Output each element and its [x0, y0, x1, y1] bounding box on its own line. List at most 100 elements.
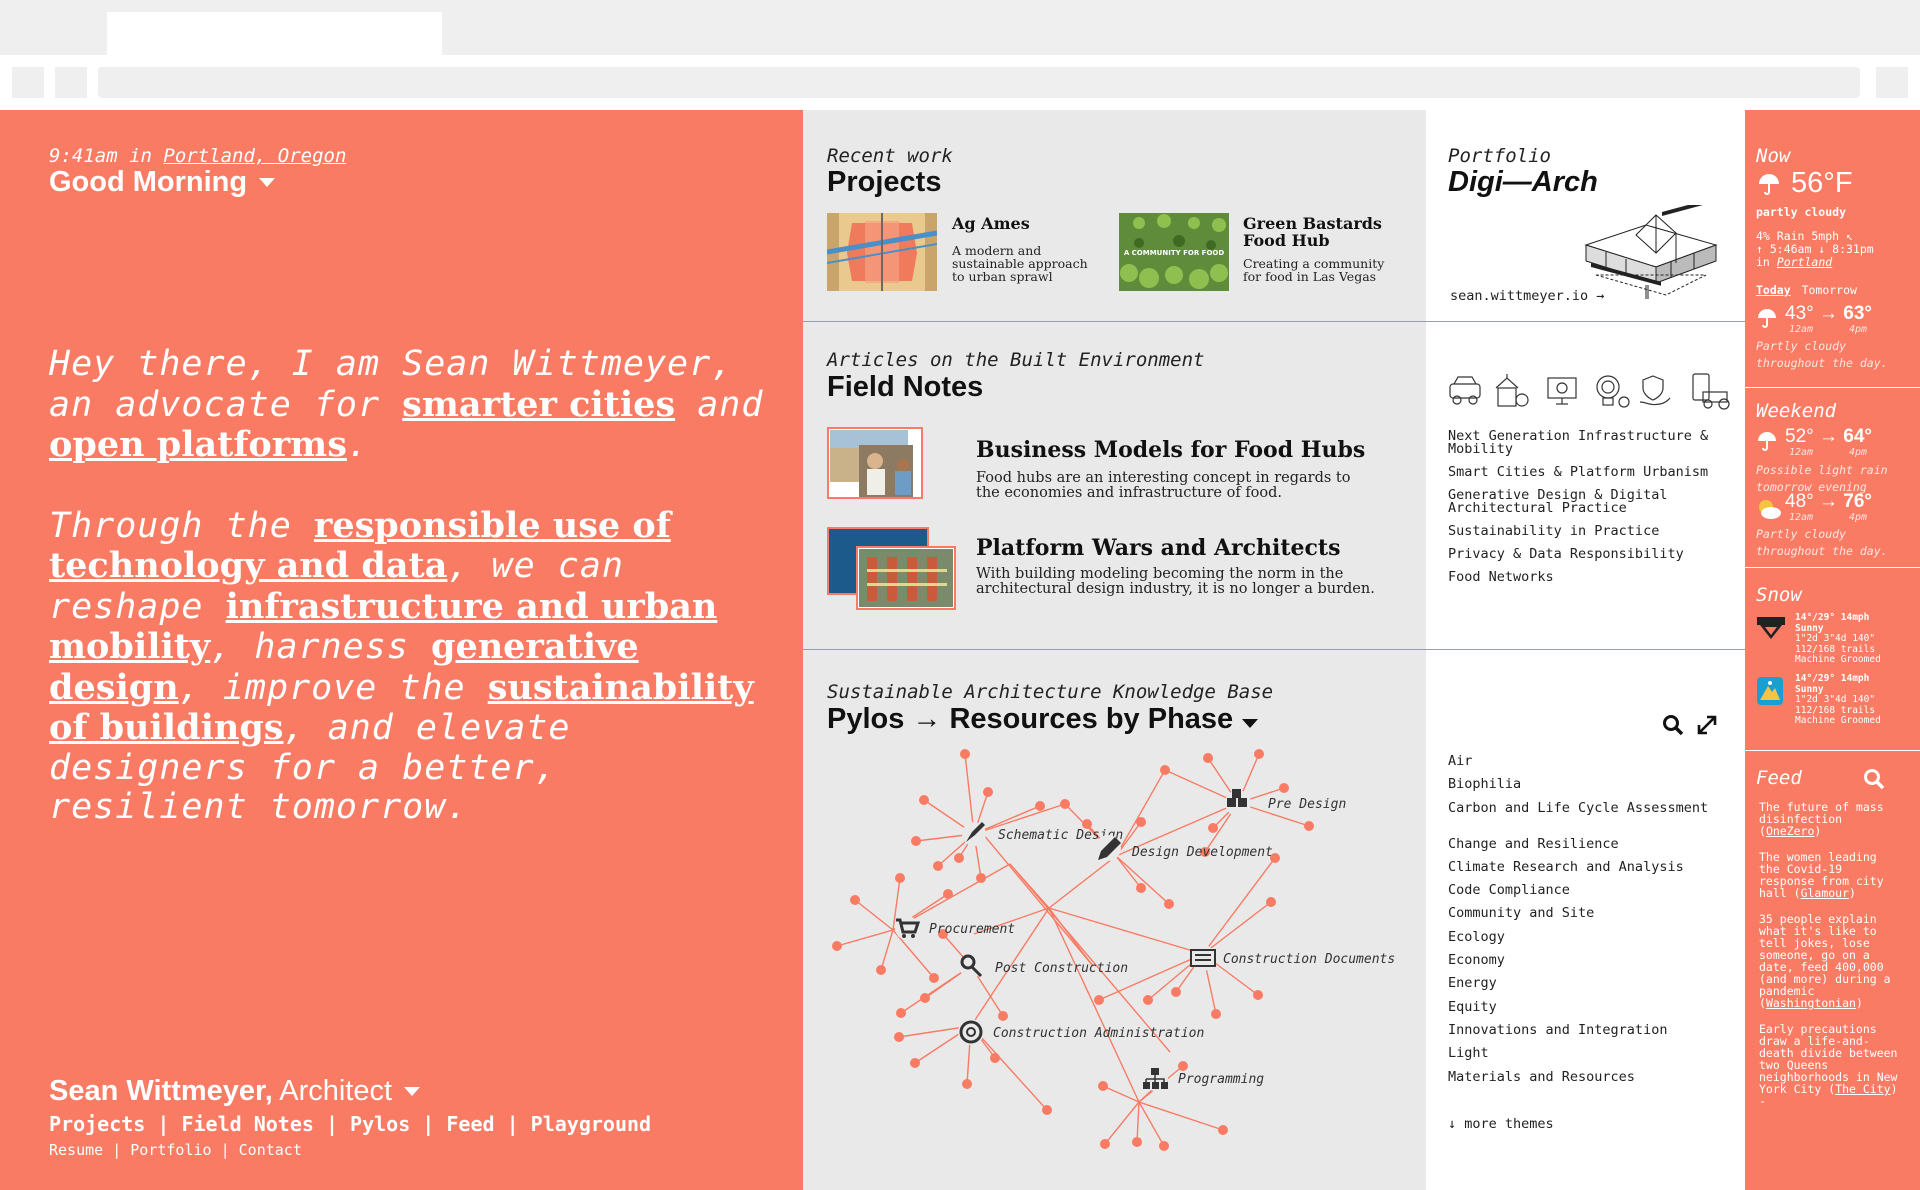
theme-link[interactable]: Generative Design & Digital Architectura…	[1448, 488, 1728, 515]
name-role-dropdown[interactable]: Sean Wittmeyer, Architect	[49, 1075, 421, 1108]
feed-item[interactable]: The women leading the Covid-19 response …	[1759, 851, 1899, 899]
ski-resort-logo[interactable]	[1756, 615, 1786, 641]
theme-link[interactable]: Privacy & Data Responsibility	[1448, 547, 1728, 561]
nav-portfolio[interactable]: Portfolio	[130, 1141, 211, 1159]
kb-theme-link[interactable]: Biophilia	[1448, 777, 1733, 801]
phase-node-pre-design[interactable]: Pre Design	[1225, 789, 1346, 816]
back-button[interactable]	[12, 67, 44, 98]
expand-icon[interactable]	[1696, 714, 1718, 736]
today-forecast: 43° → 63°	[1785, 303, 1872, 325]
theme-link[interactable]: Smart Cities & Platform Urbanism	[1448, 465, 1728, 479]
weekend-low-time: 12am	[1789, 447, 1814, 458]
kb-theme-link[interactable]: Materials and Resources	[1448, 1070, 1733, 1094]
kb-theme-link[interactable]: Innovations and Integration	[1448, 1023, 1733, 1047]
feed-item[interactable]: Early precautions draw a life-and-death …	[1759, 1023, 1899, 1107]
browser-tab[interactable]	[107, 12, 442, 55]
portfolio-link[interactable]: sean.wittmeyer.io →	[1450, 288, 1604, 304]
feed-source-link[interactable]: OneZero	[1766, 824, 1814, 838]
forward-button[interactable]	[55, 67, 87, 98]
umbrella-icon	[1759, 174, 1779, 195]
kb-theme-link[interactable]: Code Compliance	[1448, 883, 1733, 907]
phase-label: Pre Design	[1268, 797, 1346, 812]
nav-playground[interactable]: Playground	[531, 1112, 651, 1136]
feed-item[interactable]: 35 people explain what it's like to tell…	[1759, 913, 1899, 1009]
theme-link[interactable]: Next Generation Infrastructure & Mobilit…	[1448, 429, 1728, 456]
section-divider	[1426, 321, 1745, 322]
nav-projects[interactable]: Projects	[49, 1112, 145, 1136]
article-title[interactable]: Platform Wars and Architects	[976, 535, 1340, 561]
feed-source-link[interactable]: Glamour	[1801, 886, 1849, 900]
phase-node-programming[interactable]: Programming	[1142, 1065, 1264, 1091]
phase-node-procurement[interactable]: Procurement	[895, 916, 1015, 940]
nav-contact[interactable]: Contact	[239, 1141, 302, 1159]
nav-feed[interactable]: Feed	[446, 1112, 494, 1136]
weekend-high: 64°	[1843, 426, 1873, 447]
kb-theme-link[interactable]: Carbon and Life Cycle Assessment	[1448, 801, 1733, 838]
intro-text: Hey there, I am Sean Wittmeyer, an advoc…	[49, 344, 769, 868]
platform-wars-thumbnail[interactable]	[827, 527, 957, 611]
tab-today[interactable]: Today	[1756, 283, 1791, 297]
browser-menu-button[interactable]	[1876, 67, 1908, 98]
location-link[interactable]: Portland, Oregon	[163, 145, 346, 167]
intro-paragraph-1: Hey there, I am Sean Wittmeyer, an advoc…	[49, 344, 769, 466]
arrow-icon: →	[1819, 426, 1839, 447]
kb-theme-link[interactable]: Energy	[1448, 977, 1733, 1000]
ag-ames-thumbnail[interactable]	[827, 213, 937, 291]
fieldnotes-title[interactable]: Field Notes	[827, 371, 983, 404]
kb-theme-link[interactable]: Ecology	[1448, 930, 1733, 954]
phase-node-post-construction[interactable]: Post Construction	[959, 954, 1128, 978]
nav-field-notes[interactable]: Field Notes	[181, 1112, 313, 1136]
theme-link[interactable]: Food Networks	[1448, 570, 1728, 584]
green-bastards-thumbnail[interactable]: A COMMUNITY FOR FOOD	[1119, 213, 1229, 291]
weekend-forecast-1: 52° → 64°	[1785, 426, 1872, 448]
more-themes-link[interactable]: ↓ more themes	[1448, 1116, 1554, 1132]
kb-theme-link[interactable]: Equity	[1448, 1000, 1733, 1024]
kb-theme-link[interactable]: Economy	[1448, 953, 1733, 977]
kb-theme-link[interactable]: Light	[1448, 1046, 1733, 1070]
food-hubs-thumbnail[interactable]	[827, 427, 923, 499]
intro-paragraph-2: Through the responsible use of technolog…	[49, 505, 769, 828]
kb-theme-link[interactable]: Air	[1448, 754, 1733, 778]
search-icon[interactable]	[1863, 768, 1885, 790]
nav-pylos[interactable]: Pylos	[350, 1112, 410, 1136]
project-title[interactable]: Green Bastards Food Hub	[1243, 215, 1393, 249]
greeting-dropdown[interactable]: Good Morning	[49, 166, 276, 199]
section-divider	[803, 649, 1426, 650]
ski-resort-logo[interactable]	[1756, 676, 1784, 706]
feed-source-link[interactable]: The City	[1835, 1082, 1890, 1096]
kb-theme-link[interactable]: Change and Resilience	[1448, 837, 1733, 861]
pylos-title-dropdown[interactable]: Pylos → Resources by Phase	[827, 703, 1258, 736]
phase-node-construction-administration[interactable]: Construction Administration	[958, 1019, 1204, 1045]
shield-hand-icon[interactable]	[1639, 375, 1671, 406]
search-icon[interactable]	[1662, 714, 1684, 736]
project-title[interactable]: Ag Ames	[952, 215, 1030, 232]
phone-tractor-icon[interactable]	[1692, 373, 1730, 410]
computer-icon[interactable]	[1547, 377, 1577, 405]
phase-network-graph[interactable]: Schematic Design Pre Design Design Devel…	[803, 740, 1426, 1190]
intro-text-span: , improve the	[178, 667, 488, 708]
sidebar-panel: Now 56°F partly cloudy 4% Rain 5mph ↖ ↑ …	[1745, 110, 1920, 1190]
weekend-low: 48°	[1785, 491, 1814, 512]
address-bar[interactable]	[98, 67, 1860, 98]
umbrella-icon	[1758, 309, 1776, 328]
smarter-cities-link[interactable]: smarter cities	[402, 384, 675, 425]
feed-item-text: The future of mass disinfection	[1759, 800, 1884, 826]
today-summary: Partly cloudy throughout the day.	[1756, 339, 1888, 370]
feed-item[interactable]: The future of mass disinfection (OneZero…	[1759, 801, 1899, 837]
nav-resume[interactable]: Resume	[49, 1141, 103, 1159]
farm-icon[interactable]	[1495, 374, 1529, 407]
car-icon[interactable]	[1449, 376, 1481, 405]
tab-tomorrow[interactable]: Tomorrow	[1802, 283, 1857, 297]
intro-panel: 9:41am in Portland, Oregon Good Morning …	[0, 110, 803, 1190]
projects-title[interactable]: Projects	[827, 166, 941, 199]
article-title[interactable]: Business Models for Food Hubs	[976, 437, 1365, 463]
kb-theme-link[interactable]: Climate Research and Analysis	[1448, 860, 1733, 884]
weather-location-link[interactable]: Portland	[1777, 255, 1832, 269]
snow-resort-2: 14°/29° 14mph Sunny 1"2d 3"4d 140" 112/1…	[1795, 673, 1917, 727]
kb-theme-link[interactable]: Community and Site	[1448, 907, 1733, 930]
idea-icon[interactable]	[1596, 375, 1630, 408]
feed-source-link[interactable]: Washingtonian	[1766, 996, 1856, 1010]
portfolio-title[interactable]: Digi—Arch	[1448, 166, 1598, 199]
open-platforms-link[interactable]: open platforms	[49, 424, 347, 465]
theme-link[interactable]: Sustainability in Practice	[1448, 524, 1728, 538]
